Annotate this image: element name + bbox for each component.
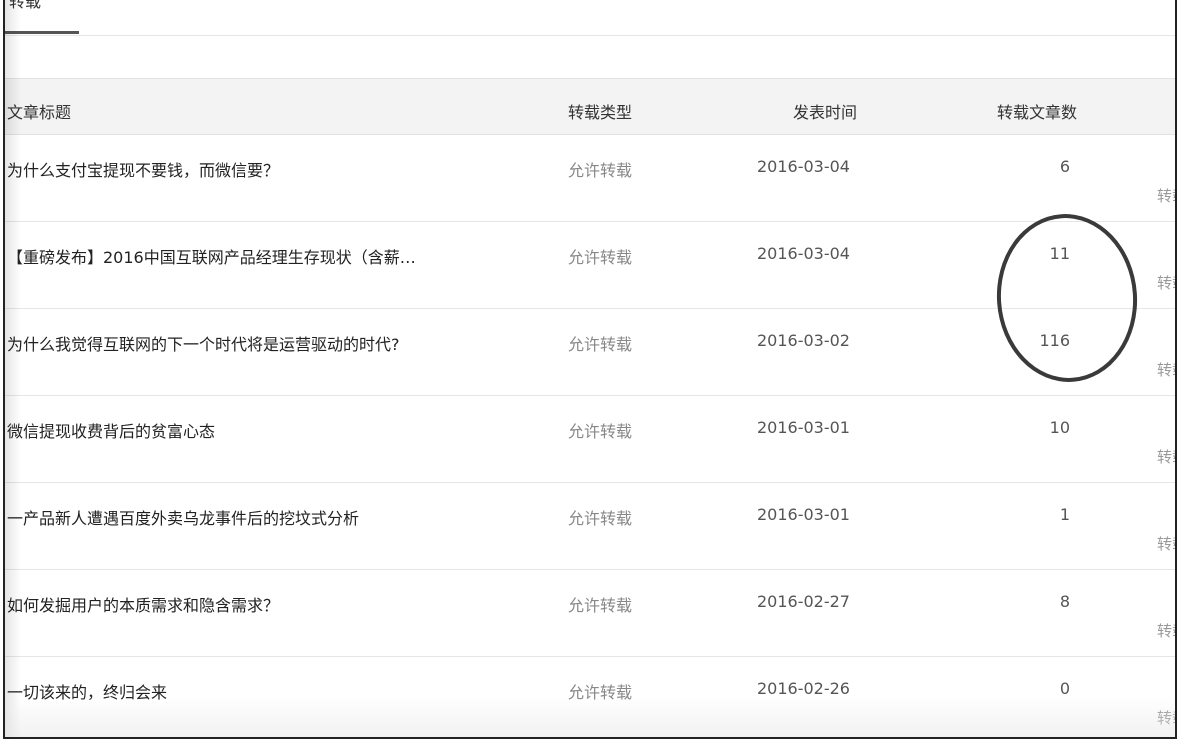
reprint-action-link[interactable]: 转载 <box>1157 620 1175 641</box>
table-row: 微信提现收费背后的贫富心态 允许转载 2016-03-01 10 转载 <box>5 396 1175 483</box>
table-row: 一切该来的，终归会来 允许转载 2016-02-26 0 转载 <box>5 657 1175 737</box>
reprint-type: 允许转载 <box>568 248 633 267</box>
article-title-link[interactable]: 为什么我觉得互联网的下一个时代将是运营驱动的时代? <box>7 331 400 355</box>
publish-date: 2016-03-01 <box>757 418 850 437</box>
header-article-title: 文章标题 <box>7 103 72 122</box>
reprint-type: 允许转载 <box>568 161 633 180</box>
reprint-count: 11 <box>1049 244 1070 263</box>
article-title-link[interactable]: 一产品新人遭遇百度外卖乌龙事件后的挖坟式分析 <box>7 505 359 529</box>
reprint-count: 6 <box>1059 157 1070 176</box>
reprint-count: 8 <box>1059 592 1070 611</box>
tab-reprint-label: 转载 <box>9 0 42 11</box>
header-reprint-type: 转载类型 <box>568 103 633 122</box>
publish-date: 2016-03-01 <box>757 505 850 524</box>
reprint-count: 1 <box>1059 505 1070 524</box>
publish-date: 2016-03-02 <box>757 331 850 350</box>
reprint-type: 允许转载 <box>568 596 633 615</box>
article-title-link[interactable]: 【重磅发布】2016中国互联网产品经理生存现状（含薪… <box>7 244 416 268</box>
publish-date: 2016-02-26 <box>757 679 850 698</box>
article-title-link[interactable]: 微信提现收费背后的贫富心态 <box>7 418 215 442</box>
reprint-type: 允许转载 <box>568 335 633 354</box>
header-publish-date: 发表时间 <box>792 103 857 122</box>
tab-bar: 转载 <box>5 0 1175 36</box>
article-title-link[interactable]: 为什么支付宝提现不要钱，而微信要？ <box>7 157 279 181</box>
article-title-link[interactable]: 一切该来的，终归会来 <box>7 679 167 703</box>
reprint-count: 10 <box>1049 418 1070 437</box>
reprint-count: 0 <box>1059 679 1070 698</box>
reprint-action-link[interactable]: 转载 <box>1157 446 1175 467</box>
table-row: 如何发掘用户的本质需求和隐含需求？ 允许转载 2016-02-27 8 转载 <box>5 570 1175 657</box>
header-reprint-count: 转载文章数 <box>996 103 1077 122</box>
table-row: 一产品新人遭遇百度外卖乌龙事件后的挖坟式分析 允许转载 2016-03-01 1… <box>5 483 1175 570</box>
article-reprint-panel: 转载 文章标题 转载类型 发表时间 转载文章数 为什么支付宝提现不要钱，而微信要… <box>3 0 1177 739</box>
reprint-action-link[interactable]: 转载 <box>1157 272 1175 293</box>
reprint-type: 允许转载 <box>568 683 633 702</box>
table-row: 为什么我觉得互联网的下一个时代将是运营驱动的时代? 允许转载 2016-03-0… <box>5 309 1175 396</box>
table-row: 为什么支付宝提现不要钱，而微信要？ 允许转载 2016-03-04 6 转载 <box>5 135 1175 222</box>
reprint-type: 允许转载 <box>568 422 633 441</box>
reprint-action-link[interactable]: 转载 <box>1157 185 1175 206</box>
publish-date: 2016-02-27 <box>757 592 850 611</box>
reprint-type: 允许转载 <box>568 509 633 528</box>
table-row: 【重磅发布】2016中国互联网产品经理生存现状（含薪… 允许转载 2016-03… <box>5 222 1175 309</box>
publish-date: 2016-03-04 <box>757 244 850 263</box>
reprint-action-link[interactable]: 转载 <box>1157 359 1175 380</box>
reprint-count: 116 <box>1039 331 1070 350</box>
reprint-action-link[interactable]: 转载 <box>1157 533 1175 554</box>
table-header: 文章标题 转载类型 发表时间 转载文章数 <box>5 78 1175 135</box>
article-title-link[interactable]: 如何发掘用户的本质需求和隐含需求？ <box>7 592 279 616</box>
reprint-action-link[interactable]: 转载 <box>1157 707 1175 728</box>
tab-reprint[interactable]: 转载 <box>5 0 79 34</box>
publish-date: 2016-03-04 <box>757 157 850 176</box>
